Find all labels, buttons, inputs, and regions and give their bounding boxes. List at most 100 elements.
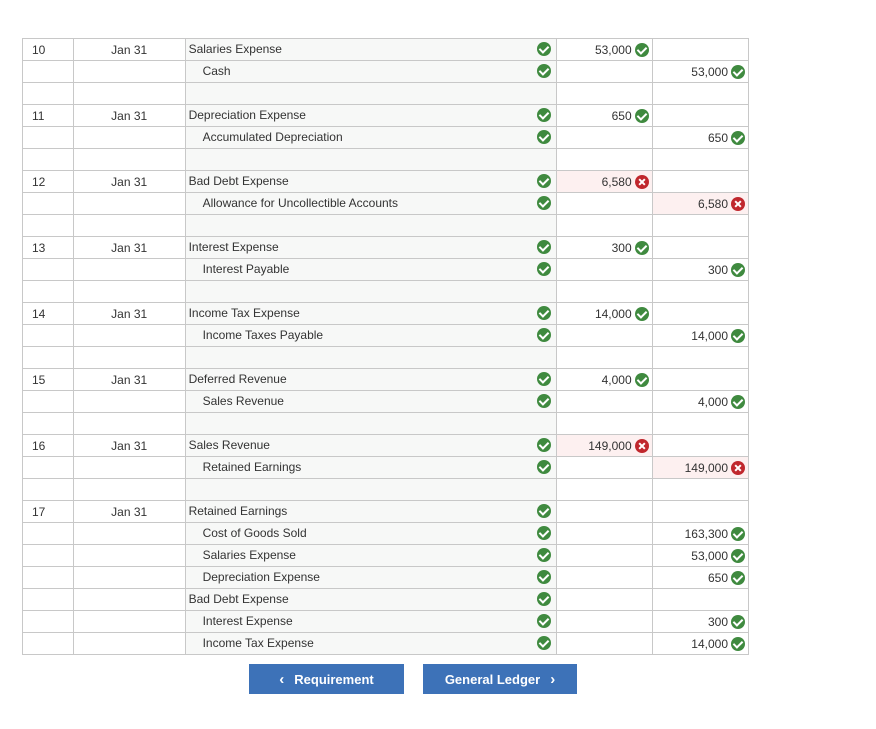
blank-cell[interactable] bbox=[556, 346, 653, 369]
account-cell[interactable]: Sales Revenue bbox=[184, 390, 558, 413]
credit-cell[interactable]: 4,000 bbox=[651, 390, 750, 413]
blank-cell[interactable] bbox=[184, 214, 558, 237]
account-cell[interactable]: Salaries Expense bbox=[184, 38, 558, 61]
debit-cell[interactable] bbox=[556, 522, 653, 545]
debit-cell[interactable]: 6,580 bbox=[556, 170, 653, 193]
credit-cell[interactable] bbox=[651, 38, 750, 61]
credit-cell[interactable]: 53,000 bbox=[651, 60, 750, 83]
account-cell[interactable]: Accumulated Depreciation bbox=[184, 126, 558, 149]
account-cell[interactable]: Income Tax Expense bbox=[184, 632, 558, 655]
blank-cell[interactable] bbox=[556, 148, 653, 171]
account-cell[interactable]: Sales Revenue bbox=[184, 434, 558, 457]
credit-cell[interactable]: 14,000 bbox=[651, 324, 750, 347]
account-cell[interactable]: Income Tax Expense bbox=[184, 302, 558, 325]
blank-cell[interactable] bbox=[651, 346, 750, 369]
correct-check-icon bbox=[537, 437, 552, 452]
credit-cell[interactable]: 53,000 bbox=[651, 544, 750, 567]
account-cell[interactable]: Retained Earnings bbox=[184, 500, 558, 523]
blank-cell[interactable] bbox=[651, 478, 750, 501]
credit-cell[interactable] bbox=[651, 368, 750, 391]
debit-cell[interactable] bbox=[556, 258, 653, 281]
blank-cell[interactable] bbox=[184, 148, 558, 171]
blank-cell[interactable] bbox=[556, 214, 653, 237]
blank-cell[interactable] bbox=[184, 412, 558, 435]
account-cell[interactable]: Cost of Goods Sold bbox=[184, 522, 558, 545]
account-cell[interactable]: Interest Payable bbox=[184, 258, 558, 281]
blank-cell[interactable] bbox=[556, 280, 653, 303]
account-cell[interactable]: Allowance for Uncollectible Accounts bbox=[184, 192, 558, 215]
credit-cell[interactable] bbox=[651, 588, 750, 611]
date-cell bbox=[72, 324, 186, 347]
blank-cell[interactable] bbox=[184, 82, 558, 105]
debit-cell[interactable]: 4,000 bbox=[556, 368, 653, 391]
account-cell[interactable]: Retained Earnings bbox=[184, 456, 558, 479]
debit-cell[interactable] bbox=[556, 390, 653, 413]
blank-cell[interactable] bbox=[184, 346, 558, 369]
account-cell[interactable]: Cash bbox=[184, 60, 558, 83]
blank-cell[interactable] bbox=[651, 82, 750, 105]
blank-cell[interactable] bbox=[184, 280, 558, 303]
blank-cell[interactable] bbox=[556, 82, 653, 105]
debit-cell[interactable] bbox=[556, 500, 653, 523]
account-cell[interactable]: Depreciation Expense bbox=[184, 566, 558, 589]
date-cell: Jan 31 bbox=[72, 104, 186, 127]
debit-cell[interactable]: 53,000 bbox=[556, 38, 653, 61]
account-cell[interactable]: Bad Debt Expense bbox=[184, 170, 558, 193]
credit-cell[interactable]: 149,000 bbox=[651, 456, 750, 479]
debit-cell[interactable] bbox=[556, 126, 653, 149]
debit-cell[interactable]: 650 bbox=[556, 104, 653, 127]
requirement-button[interactable]: ‹ Requirement bbox=[249, 664, 404, 694]
credit-cell[interactable]: 650 bbox=[651, 126, 750, 149]
entry-number-cell bbox=[22, 456, 74, 479]
correct-check-icon bbox=[537, 41, 552, 56]
debit-cell[interactable]: 14,000 bbox=[556, 302, 653, 325]
correct-check-icon bbox=[537, 305, 552, 320]
entry-number-cell: 10 bbox=[22, 38, 74, 61]
credit-cell[interactable]: 14,000 bbox=[651, 632, 750, 655]
debit-cell[interactable]: 300 bbox=[556, 236, 653, 259]
general-ledger-button[interactable]: General Ledger › bbox=[423, 664, 577, 694]
credit-amount-wrap: 650 bbox=[708, 130, 748, 145]
credit-cell[interactable] bbox=[651, 104, 750, 127]
credit-cell[interactable]: 650 bbox=[651, 566, 750, 589]
account-cell[interactable]: Deferred Revenue bbox=[184, 368, 558, 391]
debit-cell[interactable] bbox=[556, 544, 653, 567]
blank-cell[interactable] bbox=[556, 412, 653, 435]
debit-cell[interactable] bbox=[556, 60, 653, 83]
debit-cell[interactable] bbox=[556, 588, 653, 611]
account-cell[interactable]: Depreciation Expense bbox=[184, 104, 558, 127]
credit-cell[interactable]: 300 bbox=[651, 610, 750, 633]
debit-cell[interactable] bbox=[556, 324, 653, 347]
blank-cell[interactable] bbox=[651, 148, 750, 171]
debit-cell[interactable] bbox=[556, 456, 653, 479]
credit-cell[interactable] bbox=[651, 302, 750, 325]
account-cell[interactable]: Income Taxes Payable bbox=[184, 324, 558, 347]
blank-cell[interactable] bbox=[556, 478, 653, 501]
account-cell[interactable]: Interest Expense bbox=[184, 610, 558, 633]
debit-cell[interactable] bbox=[556, 566, 653, 589]
credit-cell[interactable]: 6,580 bbox=[651, 192, 750, 215]
account-name: Sales Revenue bbox=[188, 438, 270, 452]
account-cell[interactable]: Salaries Expense bbox=[184, 544, 558, 567]
debit-cell[interactable]: 149,000 bbox=[556, 434, 653, 457]
entry-number-cell: 15 bbox=[22, 368, 74, 391]
debit-cell[interactable] bbox=[556, 192, 653, 215]
correct-check-icon bbox=[731, 548, 745, 563]
account-cell[interactable]: Interest Expense bbox=[184, 236, 558, 259]
debit-cell[interactable] bbox=[556, 632, 653, 655]
blank-cell[interactable] bbox=[651, 412, 750, 435]
credit-cell[interactable] bbox=[651, 500, 750, 523]
blank-cell[interactable] bbox=[651, 214, 750, 237]
date-cell: Jan 31 bbox=[72, 236, 186, 259]
credit-cell[interactable] bbox=[651, 236, 750, 259]
account-name: Cash bbox=[202, 64, 231, 78]
credit-cell[interactable]: 163,300 bbox=[651, 522, 750, 545]
credit-cell[interactable] bbox=[651, 170, 750, 193]
credit-cell[interactable] bbox=[651, 434, 750, 457]
debit-cell[interactable] bbox=[556, 610, 653, 633]
account-cell[interactable]: Bad Debt Expense bbox=[184, 588, 558, 611]
blank-cell[interactable] bbox=[651, 280, 750, 303]
correct-check-icon bbox=[634, 306, 649, 321]
blank-cell[interactable] bbox=[184, 478, 558, 501]
credit-cell[interactable]: 300 bbox=[651, 258, 750, 281]
